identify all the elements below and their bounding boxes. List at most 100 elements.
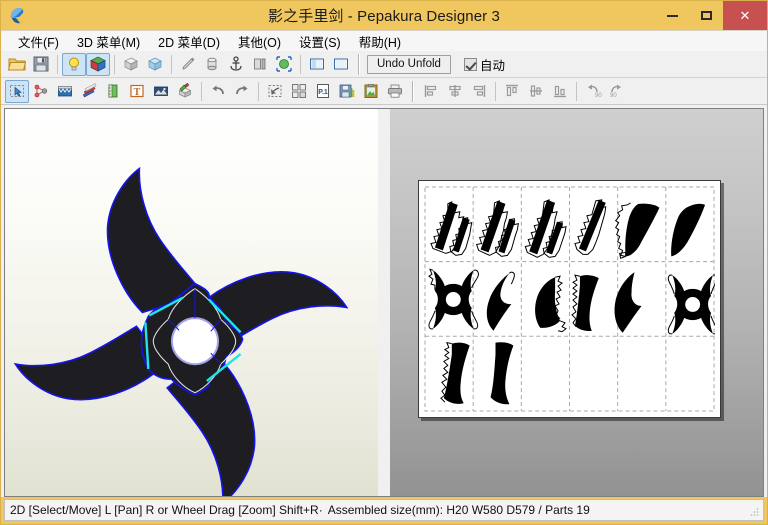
rotate-ccw-90-icon[interactable]: 90 bbox=[581, 80, 605, 103]
close-icon: ✕ bbox=[739, 7, 751, 23]
print-icon[interactable] bbox=[383, 80, 407, 103]
mirror-icon[interactable] bbox=[248, 53, 272, 76]
scale-measure-icon[interactable] bbox=[101, 80, 125, 103]
menu-3d[interactable]: 3D 菜单(M) bbox=[68, 30, 149, 53]
application-window: 影之手里剑 - Pepakura Designer 3 ✕ 文件(F) 3D 菜… bbox=[0, 0, 768, 525]
resize-grip-icon[interactable] bbox=[749, 507, 759, 517]
status-bar: 2D [Select/Move] L [Pan] R or Wheel Drag… bbox=[4, 499, 764, 521]
toolbar-separator bbox=[201, 81, 202, 101]
layout-parts-icon[interactable] bbox=[287, 80, 311, 103]
cylinder-icon[interactable] bbox=[200, 53, 224, 76]
2d-unfold-viewport[interactable] bbox=[390, 108, 764, 497]
menu-other[interactable]: 其他(O) bbox=[229, 30, 290, 53]
wireframe-cube-icon[interactable] bbox=[143, 53, 167, 76]
part-blade[interactable] bbox=[614, 202, 660, 260]
menu-file[interactable]: 文件(F) bbox=[9, 30, 68, 53]
select-all-icon[interactable] bbox=[263, 80, 287, 103]
paint-cube-icon[interactable] bbox=[173, 80, 197, 103]
part-group-row1 bbox=[430, 199, 706, 260]
status-assembled-size: Assembled size(mm): H20 W580 D579 / Part… bbox=[327, 503, 590, 517]
export-icon[interactable] bbox=[335, 80, 359, 103]
select-move-icon[interactable] bbox=[5, 79, 29, 103]
menu-help[interactable]: 帮助(H) bbox=[350, 30, 410, 53]
close-button[interactable]: ✕ bbox=[723, 1, 767, 30]
open-file-icon[interactable] bbox=[5, 53, 29, 76]
align-bottom-icon[interactable] bbox=[548, 80, 572, 103]
flat-shading-cube-icon[interactable] bbox=[119, 53, 143, 76]
light-bulb-icon[interactable] bbox=[62, 52, 86, 76]
pane-splitter[interactable] bbox=[378, 108, 390, 497]
toolbar-separator bbox=[300, 54, 301, 74]
unfold-page-sheet[interactable] bbox=[418, 180, 721, 418]
align-left-icon[interactable] bbox=[419, 80, 443, 103]
menu-2d[interactable]: 2D 菜单(D) bbox=[149, 30, 229, 53]
toolbar-separator bbox=[57, 54, 58, 74]
align-top-icon[interactable] bbox=[500, 80, 524, 103]
part-strip[interactable] bbox=[475, 200, 519, 257]
join-disjoin-icon[interactable] bbox=[29, 80, 53, 103]
main-content bbox=[1, 105, 767, 497]
single-pane-icon[interactable] bbox=[329, 53, 353, 76]
title-bar: 影之手里剑 - Pepakura Designer 3 ✕ bbox=[1, 1, 767, 30]
shuriken-3d-model bbox=[13, 166, 349, 496]
secondary-toolbar: T P.1 90 90 bbox=[1, 78, 767, 105]
toolbar-separator bbox=[576, 81, 577, 101]
part-hub[interactable] bbox=[667, 274, 718, 335]
part-blade[interactable] bbox=[571, 274, 599, 331]
main-toolbar: Undo Unfold 自动 bbox=[1, 51, 767, 78]
split-horizontal-icon[interactable] bbox=[305, 53, 329, 76]
page-setup-icon[interactable]: P.1 bbox=[311, 80, 335, 103]
redo-icon[interactable] bbox=[230, 80, 254, 103]
svg-text:90: 90 bbox=[595, 93, 602, 99]
auto-checkbox-group[interactable]: 自动 bbox=[463, 55, 505, 74]
part-group-row2 bbox=[428, 268, 718, 335]
undo-unfold-button[interactable]: Undo Unfold bbox=[367, 54, 451, 74]
part-strip[interactable] bbox=[524, 199, 567, 258]
toolbar-separator bbox=[358, 53, 360, 75]
toolbar-separator bbox=[412, 80, 414, 102]
add-text-icon[interactable]: T bbox=[125, 80, 149, 103]
toolbar-separator bbox=[171, 54, 172, 74]
svg-text:P.1: P.1 bbox=[318, 89, 328, 96]
align-middle-v-icon[interactable] bbox=[524, 80, 548, 103]
part-blade[interactable] bbox=[490, 342, 514, 405]
save-file-icon[interactable] bbox=[29, 53, 53, 76]
window-controls: ✕ bbox=[655, 1, 767, 30]
toolbar-separator bbox=[495, 81, 496, 101]
part-blade[interactable] bbox=[671, 203, 706, 257]
auto-checkbox[interactable] bbox=[463, 57, 477, 71]
add-image-icon[interactable] bbox=[149, 80, 173, 103]
toolbar-separator bbox=[114, 54, 115, 74]
cut-edge-icon[interactable] bbox=[53, 80, 77, 103]
svg-text:T: T bbox=[134, 87, 141, 98]
part-blade[interactable] bbox=[535, 275, 567, 333]
menu-bar: 文件(F) 3D 菜单(M) 2D 菜单(D) 其他(O) 设置(S) 帮助(H… bbox=[1, 30, 767, 51]
pepakura-app-icon bbox=[7, 5, 29, 27]
menu-settings[interactable]: 设置(S) bbox=[290, 30, 350, 53]
undo-icon[interactable] bbox=[206, 80, 230, 103]
flap-edit-icon[interactable] bbox=[77, 80, 101, 103]
minimize-icon bbox=[666, 14, 678, 17]
auto-label: 自动 bbox=[479, 58, 505, 73]
select-globe-icon[interactable] bbox=[272, 53, 296, 76]
minimize-button[interactable] bbox=[655, 1, 689, 30]
3d-viewport[interactable] bbox=[4, 108, 378, 497]
align-center-h-icon[interactable] bbox=[443, 80, 467, 103]
part-hub[interactable] bbox=[428, 268, 479, 330]
part-blade[interactable] bbox=[486, 271, 515, 331]
status-separator: · bbox=[318, 503, 323, 517]
window-title: 影之手里剑 - Pepakura Designer 3 bbox=[268, 8, 500, 25]
part-blade[interactable] bbox=[614, 272, 642, 333]
maximize-button[interactable] bbox=[689, 1, 723, 30]
part-blade[interactable] bbox=[440, 341, 470, 404]
rotate-cw-90-icon[interactable]: 90 bbox=[605, 80, 629, 103]
texture-cube-icon[interactable] bbox=[86, 52, 110, 76]
part-strip[interactable] bbox=[430, 200, 473, 256]
anchor-icon[interactable] bbox=[224, 53, 248, 76]
align-right-icon[interactable] bbox=[467, 80, 491, 103]
copy-clipboard-icon[interactable] bbox=[359, 80, 383, 103]
pencil-edit-icon[interactable] bbox=[176, 53, 200, 76]
toolbar-separator bbox=[258, 81, 259, 101]
part-strip[interactable] bbox=[574, 199, 607, 255]
status-hint: 2D [Select/Move] L [Pan] R or Wheel Drag… bbox=[10, 503, 319, 517]
